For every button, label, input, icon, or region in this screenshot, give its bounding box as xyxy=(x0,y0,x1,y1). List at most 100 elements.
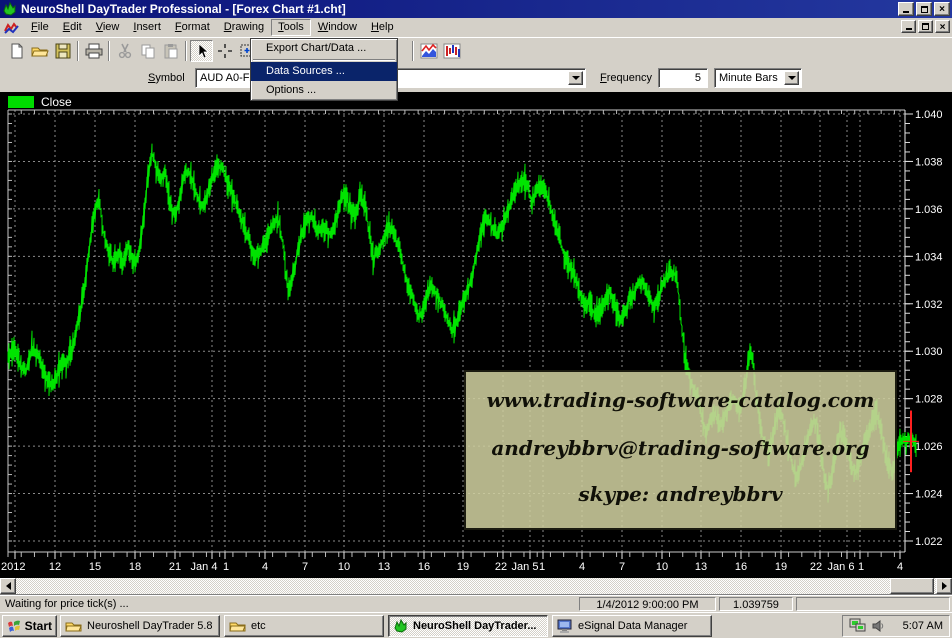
monitor-icon xyxy=(557,619,573,633)
folder-icon xyxy=(65,619,82,633)
pointer-tool-button[interactable] xyxy=(190,40,213,62)
scroll-right-button[interactable] xyxy=(936,578,952,594)
frequency-label: Frequency xyxy=(600,72,652,84)
child-close-button[interactable]: × xyxy=(935,20,950,33)
save-button[interactable] xyxy=(51,40,74,62)
menu-insert[interactable]: Insert xyxy=(126,19,168,36)
child-restore-button[interactable] xyxy=(918,20,933,33)
menu-item-export-chart-data[interactable]: Export Chart/Data ... xyxy=(251,39,397,58)
svg-text:1.028: 1.028 xyxy=(915,394,943,406)
window-title: NeuroShell DayTrader Professional - [For… xyxy=(21,2,346,16)
menu-tools[interactable]: Tools xyxy=(271,19,311,36)
minimize-button[interactable] xyxy=(898,2,914,16)
close-button[interactable]: × xyxy=(934,2,950,16)
new-button[interactable] xyxy=(5,40,28,62)
open-button[interactable] xyxy=(28,40,51,62)
svg-text:2012: 2012 xyxy=(1,561,25,573)
toolbar-separator xyxy=(185,41,187,61)
svg-text:10: 10 xyxy=(338,561,350,573)
system-tray: 5:07 AM xyxy=(842,615,950,637)
watermark-website: www.trading-software-catalog.com xyxy=(466,388,895,412)
chart-area: Close 1.0401.0381.0361.0341.0321.0301.02… xyxy=(0,92,952,578)
start-button[interactable]: Start xyxy=(2,615,57,637)
paste-button[interactable] xyxy=(159,40,182,62)
chevron-down-icon xyxy=(788,76,796,80)
svg-text:1.034: 1.034 xyxy=(915,251,943,263)
taskbar-item-esignal-data-manager[interactable]: eSignal Data Manager xyxy=(552,615,712,637)
svg-text:1: 1 xyxy=(223,561,229,573)
copy-icon xyxy=(140,43,156,59)
status-extra-panel xyxy=(796,597,950,611)
volume-icon[interactable] xyxy=(871,619,885,633)
line-chart-button[interactable] xyxy=(417,40,440,62)
symbol-combo-dropdown-button[interactable] xyxy=(568,71,583,85)
watermark-skype: skype: andreybbrv xyxy=(466,482,895,506)
svg-text:13: 13 xyxy=(378,561,390,573)
taskbar-item-neuroshell-daytrader[interactable]: NeuroShell DayTrader... xyxy=(388,615,548,637)
line-chart-icon xyxy=(420,43,438,59)
svg-text:7: 7 xyxy=(302,561,308,573)
svg-text:10: 10 xyxy=(656,561,668,573)
menu-file[interactable]: File xyxy=(24,19,56,36)
svg-text:22: 22 xyxy=(810,561,822,573)
restore-button[interactable] xyxy=(916,2,932,16)
taskbar: Start Neuroshell DayTrader 5.8 etc Neuro… xyxy=(0,612,952,638)
svg-text:1: 1 xyxy=(858,561,864,573)
neuroshell-icon xyxy=(393,619,408,633)
restore-icon xyxy=(922,23,929,30)
application-window: NeuroShell DayTrader Professional - [For… xyxy=(0,0,952,638)
chart-horizontal-scrollbar[interactable] xyxy=(0,578,952,594)
svg-text:1.024: 1.024 xyxy=(915,489,943,501)
toolbar-separator xyxy=(412,41,414,61)
taskbar-clock: 5:07 AM xyxy=(903,620,943,632)
copy-button[interactable] xyxy=(136,40,159,62)
bar-type-dropdown-button[interactable] xyxy=(784,71,799,85)
menu-window[interactable]: Window xyxy=(311,19,364,36)
svg-text:13: 13 xyxy=(695,561,707,573)
print-button[interactable] xyxy=(82,40,105,62)
svg-text:Jan 5: Jan 5 xyxy=(512,561,539,573)
menu-drawing[interactable]: Drawing xyxy=(217,19,271,36)
menu-bar: File Edit View Insert Format Drawing Too… xyxy=(0,18,952,38)
printer-icon xyxy=(85,43,103,59)
taskbar-item-neuroshell-folder[interactable]: Neuroshell DayTrader 5.8 xyxy=(60,615,220,637)
arrow-left-icon xyxy=(6,582,11,590)
watermark-box: www.trading-software-catalog.com andreyb… xyxy=(464,370,897,530)
status-bar: Waiting for price tick(s) ... 1/4/2012 9… xyxy=(0,594,952,612)
symbol-input[interactable]: AUD A0-FX xyxy=(195,68,255,88)
svg-text:1.026: 1.026 xyxy=(915,441,943,453)
svg-text:19: 19 xyxy=(457,561,469,573)
status-datetime: 1/4/2012 9:00:00 PM xyxy=(579,597,716,611)
scrollbar-thumb[interactable] xyxy=(890,578,934,594)
svg-text:16: 16 xyxy=(735,561,747,573)
child-minimize-button[interactable] xyxy=(901,20,916,33)
network-status-icon[interactable] xyxy=(849,618,867,634)
svg-text:12: 12 xyxy=(49,561,61,573)
taskbar-item-label: NeuroShell DayTrader... xyxy=(413,620,537,632)
scroll-left-button[interactable] xyxy=(0,578,16,594)
bar-type-combobox[interactable]: Minute Bars xyxy=(714,68,802,88)
svg-text:4: 4 xyxy=(262,561,268,573)
document-chart-icon xyxy=(3,21,21,35)
watermark-email: andreybbrv@trading-software.org xyxy=(466,436,895,460)
menu-item-data-sources[interactable]: Data Sources ... xyxy=(251,62,397,81)
menu-view[interactable]: View xyxy=(89,19,127,36)
close-icon: × xyxy=(940,23,946,32)
bar-chart-button[interactable] xyxy=(440,40,463,62)
taskbar-item-etc-folder[interactable]: etc xyxy=(224,615,384,637)
menu-help[interactable]: Help xyxy=(364,19,401,36)
restore-icon xyxy=(921,6,928,13)
paste-icon xyxy=(163,43,179,59)
svg-text:4: 4 xyxy=(579,561,585,573)
menu-format[interactable]: Format xyxy=(168,19,217,36)
svg-text:1.022: 1.022 xyxy=(915,536,943,548)
bar-type-value: Minute Bars xyxy=(719,72,778,84)
svg-text:1.036: 1.036 xyxy=(915,204,943,216)
menu-edit[interactable]: Edit xyxy=(56,19,89,36)
frequency-input[interactable]: 5 xyxy=(658,68,708,88)
cut-button[interactable] xyxy=(113,40,136,62)
menu-separator xyxy=(253,59,395,61)
menu-item-options[interactable]: Options ... xyxy=(251,81,397,100)
crosshair-tool-button[interactable] xyxy=(213,40,236,62)
svg-text:15: 15 xyxy=(89,561,101,573)
